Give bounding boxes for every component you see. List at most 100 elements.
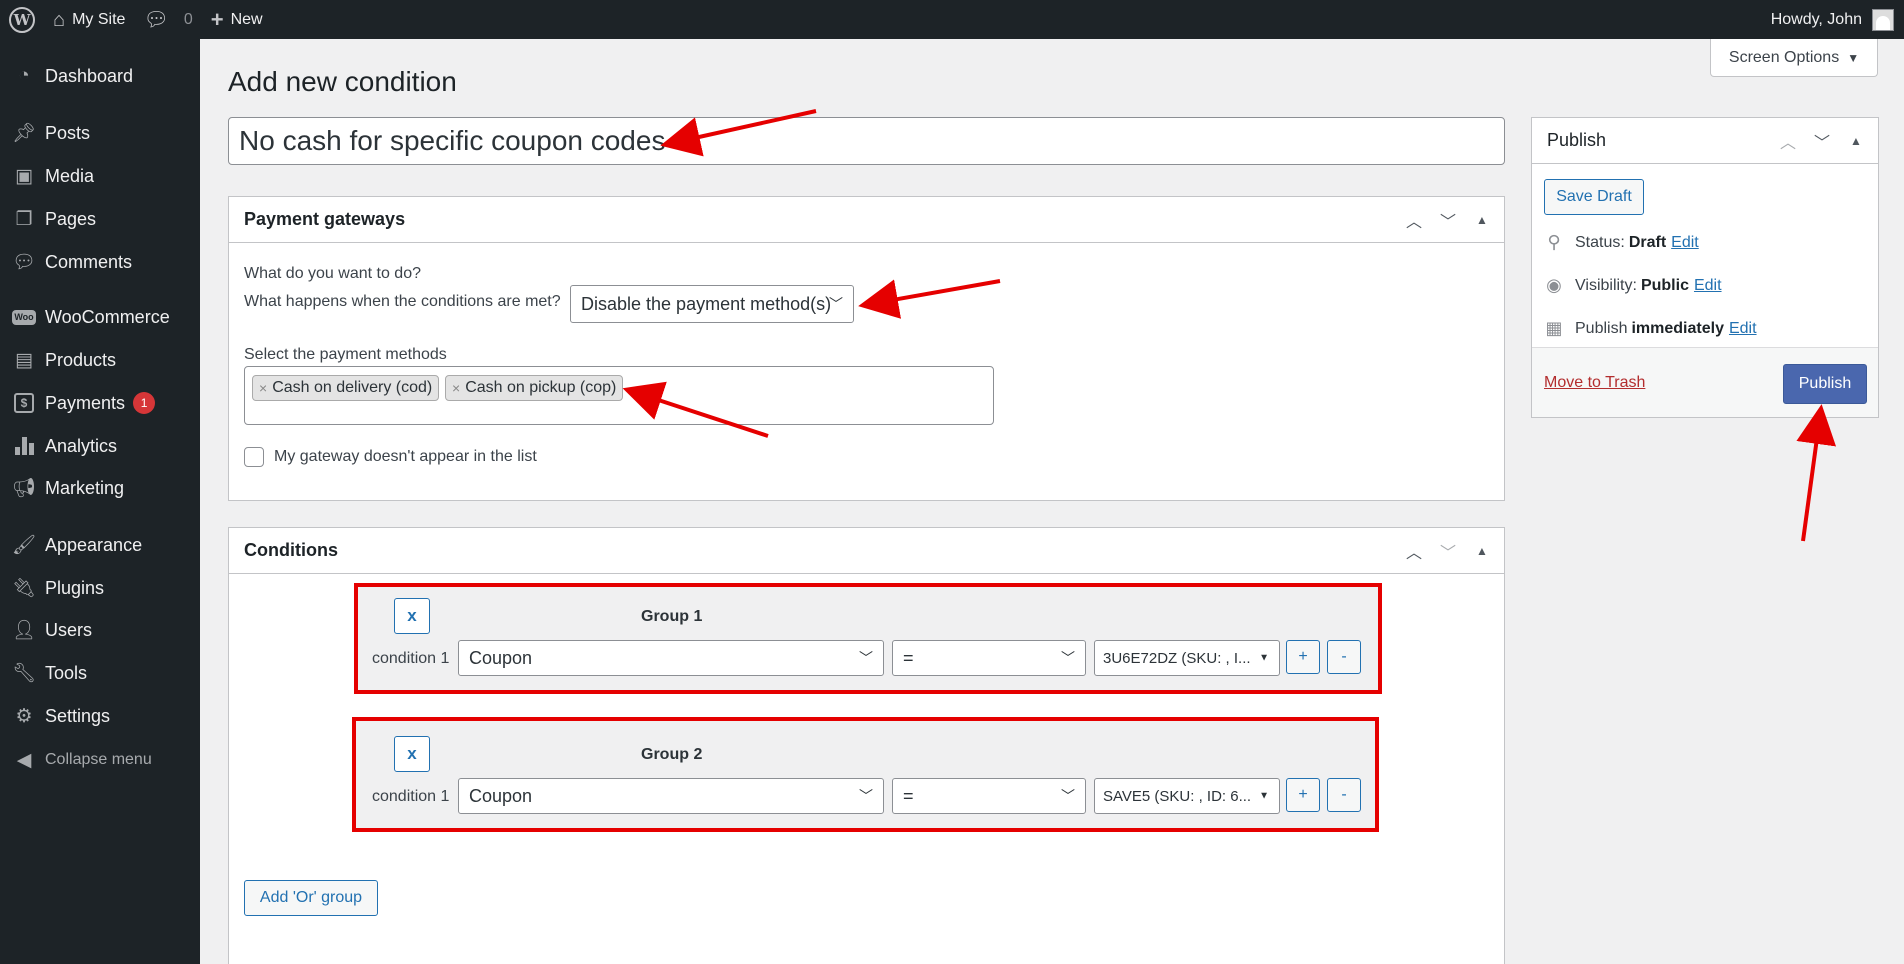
plug-icon: 🔌︎: [11, 578, 37, 599]
remove-group-button[interactable]: x: [394, 736, 430, 772]
collapse-icon: ◀: [16, 749, 32, 771]
site-name-link[interactable]: ⌂ My Site: [44, 0, 134, 39]
menu-plugins[interactable]: 🔌︎ Plugins: [0, 568, 200, 608]
menu-payments[interactable]: $ Payments 1: [0, 383, 200, 423]
my-account[interactable]: Howdy, John: [1771, 0, 1894, 39]
chevron-up-icon[interactable]: ︿: [1404, 539, 1424, 563]
menu-label: Dashboard: [45, 65, 134, 86]
howdy-text: Howdy, John: [1770, 10, 1862, 28]
chevron-down-icon: ﹀: [829, 296, 843, 312]
wordpress-logo[interactable]: W: [0, 0, 44, 39]
media-icon: ▣: [15, 165, 33, 187]
chevron-down-icon: ﹀: [1061, 650, 1075, 666]
save-draft-button[interactable]: Save Draft: [1544, 179, 1644, 215]
collapse-menu[interactable]: ◀ Collapse menu: [0, 740, 200, 780]
field-value: Coupon: [469, 785, 533, 806]
arrow-to-publish: [1796, 404, 1837, 542]
remove-group-button[interactable]: x: [394, 598, 430, 634]
post-title-input[interactable]: No cash for specific coupon codes: [228, 117, 1505, 165]
move-to-trash-link[interactable]: Move to Trash: [1544, 374, 1645, 392]
comments-link[interactable]: 💬︎ 0: [134, 0, 201, 39]
settings-icon: ⚙︎: [15, 705, 33, 727]
comment-icon: 💬︎: [11, 252, 37, 273]
edit-visibility-link[interactable]: Edit: [1694, 277, 1722, 295]
menu-woocommerce[interactable]: Woo WooCommerce: [0, 297, 200, 337]
chevron-up-icon[interactable]: ︿: [1404, 208, 1424, 232]
chevron-down-icon[interactable]: ﹀: [1438, 208, 1458, 232]
menu-posts[interactable]: 📌︎ Posts: [0, 113, 200, 153]
condition-value-select[interactable]: 3U6E72DZ (SKU: , I... ▼: [1094, 640, 1280, 676]
toggle-triangle-icon[interactable]: ▲: [1846, 134, 1866, 148]
remove-condition-button[interactable]: -: [1327, 640, 1361, 674]
chevron-down-icon: ﹀: [859, 788, 873, 804]
menu-users[interactable]: 👤︎ Users: [0, 610, 200, 650]
chevron-up-icon[interactable]: ︿: [1778, 129, 1798, 153]
new-content-link[interactable]: + New: [202, 0, 272, 39]
chevron-down-icon: ﹀: [1061, 788, 1075, 804]
payments-badge: 1: [133, 392, 156, 414]
payments-icon: $: [10, 391, 38, 415]
condition-operator-select[interactable]: = ﹀: [892, 640, 1086, 676]
action-select-value: Disable the payment method(s): [581, 293, 832, 314]
edit-status-link[interactable]: Edit: [1671, 234, 1699, 252]
publish-button[interactable]: Publish: [1783, 364, 1867, 404]
condition-label: condition 1: [372, 788, 450, 805]
group-title: Group 2: [641, 746, 703, 763]
menu-appearance[interactable]: 🖌︎ Appearance: [0, 525, 200, 565]
triangle-down-icon: ▼: [1259, 652, 1269, 664]
operator-value: =: [903, 647, 914, 668]
status-row: ⚲ Status: Draft Edit: [1541, 232, 1699, 253]
menu-label: Marketing: [45, 477, 125, 498]
box-handle-actions: ︿ ﹀ ▲: [1404, 197, 1492, 243]
menu-media[interactable]: ▣ Media: [0, 156, 200, 196]
when-label: What happens when the conditions are met…: [244, 293, 561, 310]
chip-cod[interactable]: × Cash on delivery (cod): [252, 375, 440, 401]
menu-label: Pages: [45, 208, 97, 229]
add-or-group-button[interactable]: Add 'Or' group: [244, 880, 378, 916]
edit-publish-date-link[interactable]: Edit: [1729, 320, 1757, 338]
menu-label: Appearance: [45, 534, 143, 555]
menu-settings[interactable]: ⚙︎ Settings: [0, 696, 200, 736]
chevron-down-icon[interactable]: ﹀: [1812, 129, 1832, 153]
conditions-header: Conditions ︿ ﹀ ▲: [229, 528, 1504, 574]
menu-comments[interactable]: 💬︎ Comments: [0, 242, 200, 282]
menu-pages[interactable]: ❐ Pages: [0, 199, 200, 239]
toggle-triangle-icon[interactable]: ▲: [1472, 213, 1492, 227]
add-condition-button[interactable]: +: [1286, 778, 1320, 812]
chip-cop[interactable]: × Cash on pickup (cop): [445, 375, 624, 401]
menu-products[interactable]: ▤ Products: [0, 340, 200, 380]
toggle-triangle-icon[interactable]: ▲: [1472, 544, 1492, 558]
screen-options-button[interactable]: Screen Options ▼: [1710, 39, 1878, 77]
plus-icon: +: [210, 6, 224, 32]
add-condition-button[interactable]: +: [1286, 640, 1320, 674]
menu-label: Users: [45, 619, 93, 640]
condition-field-select[interactable]: Coupon ﹀: [458, 640, 884, 676]
publish-header: Publish ︿ ﹀ ▲: [1532, 118, 1878, 164]
menu-marketing[interactable]: 📢︎ Marketing: [0, 468, 200, 508]
remove-chip-icon[interactable]: ×: [452, 380, 460, 396]
pages-icon: ❐: [15, 208, 33, 230]
remove-condition-button[interactable]: -: [1327, 778, 1361, 812]
site-name: My Site: [72, 10, 126, 28]
remove-chip-icon[interactable]: ×: [259, 380, 267, 396]
menu-analytics[interactable]: Analytics: [0, 426, 200, 466]
chip-label: Cash on delivery (cod): [272, 379, 433, 396]
user-icon: 👤︎: [11, 620, 37, 641]
payment-methods-select[interactable]: × Cash on delivery (cod) × Cash on picku…: [244, 366, 994, 425]
menu-dashboard[interactable]: ◔ Dashboard: [0, 56, 200, 96]
action-select[interactable]: Disable the payment method(s) ﹀: [570, 285, 854, 323]
gateway-missing-label: My gateway doesn't appear in the list: [274, 448, 537, 465]
condition-field-select[interactable]: Coupon ﹀: [458, 778, 884, 814]
triangle-down-icon: ▼: [1259, 790, 1269, 802]
field-value: Coupon: [469, 647, 533, 668]
menu-tools[interactable]: 🔧︎ Tools: [0, 653, 200, 693]
wordpress-icon: W: [9, 6, 35, 33]
gateway-missing-checkbox[interactable]: [244, 447, 264, 467]
condition-operator-select[interactable]: = ﹀: [892, 778, 1086, 814]
condition-value-select[interactable]: SAVE5 (SKU: , ID: 6... ▼: [1094, 778, 1280, 814]
group-title: Group 1: [641, 608, 703, 625]
chevron-down-icon: ﹀: [859, 650, 873, 666]
chevron-down-icon[interactable]: ﹀: [1438, 539, 1458, 563]
triangle-down-icon: ▼: [1847, 50, 1860, 65]
publish-date-value: immediately: [1631, 319, 1724, 337]
